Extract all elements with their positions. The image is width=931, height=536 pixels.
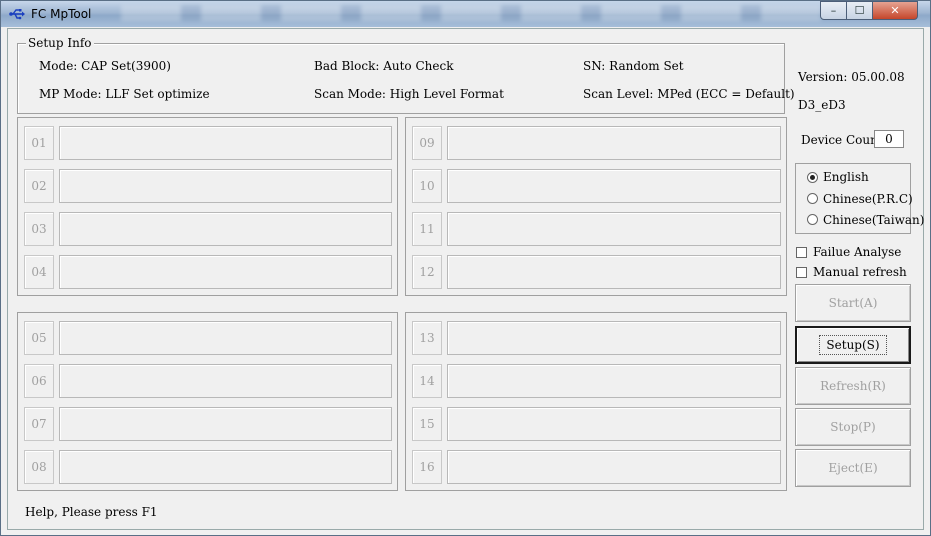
minimize-icon: –	[830, 4, 837, 17]
version-text: Version: 05.00.08	[798, 70, 905, 84]
port-number-button[interactable]: 09	[412, 126, 442, 160]
port-status-bar	[59, 364, 392, 398]
port-number-button[interactable]: 08	[24, 450, 54, 484]
close-icon: ✕	[890, 4, 900, 17]
port-number-button[interactable]: 12	[412, 255, 442, 289]
radio-english-label[interactable]: English	[823, 170, 869, 184]
radio-chinese-taiwan[interactable]	[807, 214, 818, 225]
bad-block-text: Bad Block: Auto Check	[314, 59, 454, 73]
title-bar-glass	[121, 5, 821, 21]
port-number-button[interactable]: 14	[412, 364, 442, 398]
stop-button-label: Stop(P)	[830, 420, 876, 434]
failure-analyse-label[interactable]: Failue Analyse	[813, 245, 901, 259]
mode-text: Mode: CAP Set(3900)	[39, 59, 171, 73]
port-number-button[interactable]: 06	[24, 364, 54, 398]
port-number-button[interactable]: 01	[24, 126, 54, 160]
close-button[interactable]: ✕	[872, 1, 918, 20]
port-status-bar	[447, 364, 781, 398]
status-bar-text: Help, Please press F1	[25, 505, 158, 519]
start-button[interactable]: Start(A)	[795, 284, 911, 322]
usb-icon	[9, 9, 25, 20]
radio-english[interactable]	[807, 172, 818, 183]
manual-refresh-checkbox[interactable]	[796, 267, 807, 278]
port-status-bar	[447, 407, 781, 441]
port-number-button[interactable]: 10	[412, 169, 442, 203]
port-status-bar	[447, 255, 781, 289]
maximize-icon: ☐	[854, 4, 865, 17]
port-status-bar	[59, 212, 392, 246]
setup-info-group: Setup Info Mode: CAP Set(3900) Bad Block…	[17, 36, 795, 114]
build-text: D3_eD3	[798, 98, 846, 112]
title-bar[interactable]: FC MpTool – ☐ ✕	[1, 1, 930, 27]
radio-chinese-prc[interactable]	[807, 193, 818, 204]
port-status-bar	[59, 255, 392, 289]
port-number-button[interactable]: 04	[24, 255, 54, 289]
refresh-button-label: Refresh(R)	[820, 379, 886, 393]
port-status-bar	[447, 126, 781, 160]
main-window: FC MpTool – ☐ ✕ Setup Info Mode: CAP Set…	[0, 0, 931, 536]
port-group-5-8: 05 06 07 08	[17, 312, 398, 491]
language-group: English Chinese(P.R.C) Chinese(Taiwan)	[795, 163, 924, 234]
port-status-bar	[447, 169, 781, 203]
radio-chinese-prc-label[interactable]: Chinese(P.R.C)	[823, 192, 913, 206]
device-count-field: 0	[874, 130, 904, 148]
manual-refresh-label[interactable]: Manual refresh	[813, 265, 907, 279]
port-number-button[interactable]: 15	[412, 407, 442, 441]
failure-analyse-checkbox[interactable]	[796, 247, 807, 258]
port-group-13-16: 13 14 15 16	[405, 312, 787, 491]
port-number-button[interactable]: 02	[24, 169, 54, 203]
radio-chinese-taiwan-label[interactable]: Chinese(Taiwan)	[823, 213, 924, 227]
port-status-bar	[447, 321, 781, 355]
scan-level-text: Scan Level: MPed (ECC = Default)	[583, 87, 795, 101]
eject-button[interactable]: Eject(E)	[795, 449, 911, 487]
port-number-button[interactable]: 11	[412, 212, 442, 246]
port-number-button[interactable]: 03	[24, 212, 54, 246]
port-status-bar	[59, 321, 392, 355]
eject-button-label: Eject(E)	[828, 461, 878, 475]
setup-button-label: Setup(S)	[819, 335, 887, 355]
port-status-bar	[447, 450, 781, 484]
mp-mode-text: MP Mode: LLF Set optimize	[39, 87, 210, 101]
window-title: FC MpTool	[31, 7, 92, 21]
port-status-bar	[59, 169, 392, 203]
client-area: Setup Info Mode: CAP Set(3900) Bad Block…	[7, 28, 924, 530]
minimize-button[interactable]: –	[820, 1, 847, 20]
sn-text: SN: Random Set	[583, 59, 684, 73]
start-button-label: Start(A)	[828, 296, 878, 310]
port-status-bar	[59, 407, 392, 441]
maximize-button[interactable]: ☐	[846, 1, 873, 20]
port-number-button[interactable]: 16	[412, 450, 442, 484]
refresh-button[interactable]: Refresh(R)	[795, 367, 911, 405]
port-status-bar	[59, 126, 392, 160]
port-status-bar	[59, 450, 392, 484]
scan-mode-text: Scan Mode: High Level Format	[314, 87, 504, 101]
setup-button[interactable]: Setup(S)	[795, 326, 911, 364]
port-number-button[interactable]: 13	[412, 321, 442, 355]
port-number-button[interactable]: 05	[24, 321, 54, 355]
setup-info-legend: Setup Info	[26, 36, 94, 50]
port-number-button[interactable]: 07	[24, 407, 54, 441]
port-group-9-12: 09 10 11 12	[405, 117, 787, 296]
port-status-bar	[447, 212, 781, 246]
port-group-1-4: 01 02 03 04	[17, 117, 398, 296]
stop-button[interactable]: Stop(P)	[795, 408, 911, 446]
